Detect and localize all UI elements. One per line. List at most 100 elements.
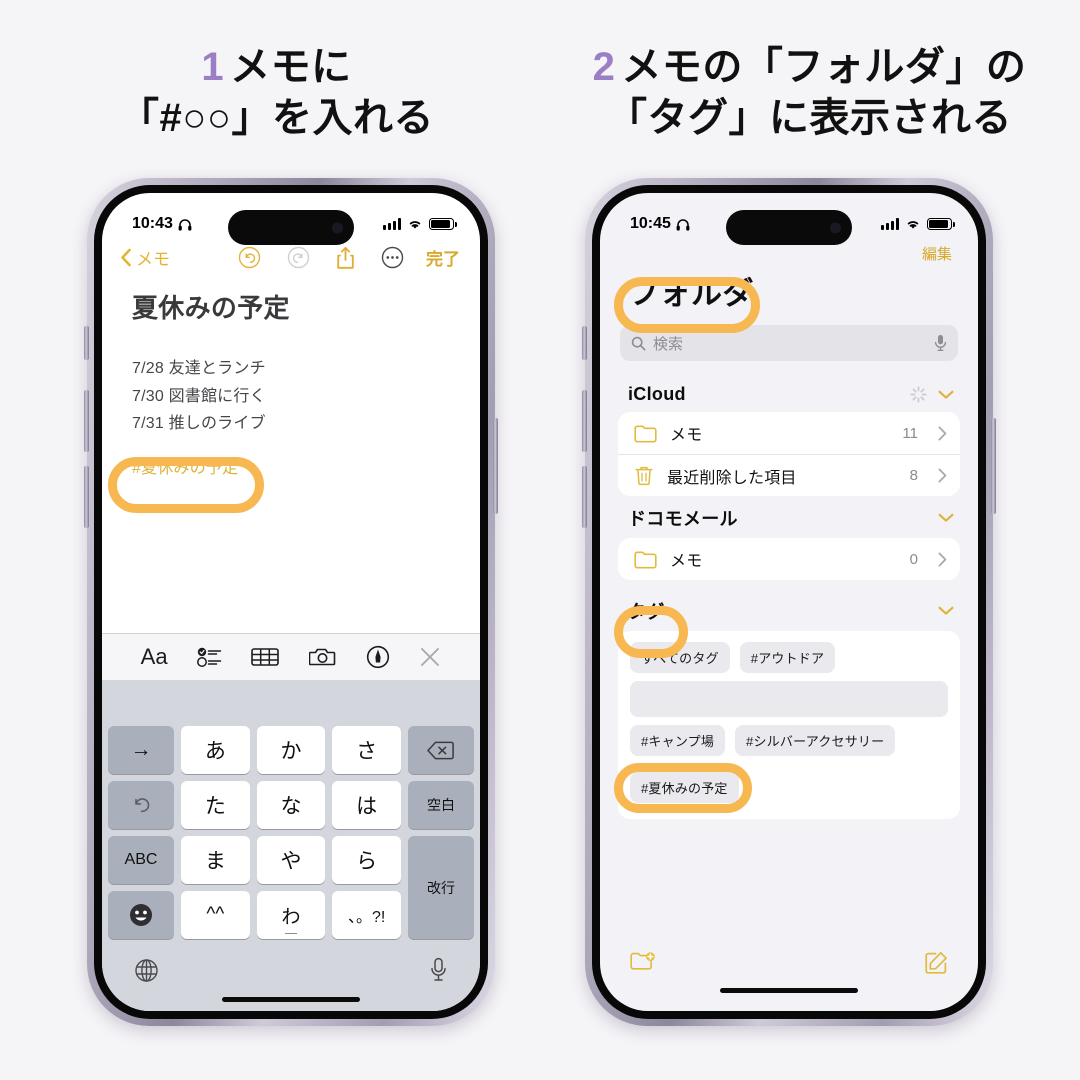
- folder-row-memo-docomo[interactable]: メモ 0: [618, 538, 960, 580]
- key-ha[interactable]: は: [332, 781, 401, 829]
- table-icon[interactable]: [251, 646, 280, 668]
- dynamic-island-1: [228, 210, 354, 245]
- folder-label: メモ: [670, 553, 703, 570]
- section-title: ドコモメール: [628, 509, 738, 529]
- folder-count: 0: [909, 550, 918, 568]
- checklist-icon[interactable]: [196, 646, 222, 668]
- wifi-icon: [407, 218, 423, 230]
- volume-up-button-2[interactable]: [582, 390, 587, 452]
- microphone-icon[interactable]: [934, 334, 947, 352]
- key-kaomoji[interactable]: ^^: [181, 891, 250, 939]
- key-a[interactable]: あ: [181, 726, 250, 774]
- microphone-icon[interactable]: [429, 957, 448, 983]
- step-number-2: 2: [592, 45, 616, 89]
- share-icon[interactable]: [336, 246, 355, 270]
- folder-row-recently-deleted[interactable]: 最近削除した項目 8: [618, 454, 960, 496]
- key-ta[interactable]: た: [181, 781, 250, 829]
- key-return[interactable]: 改行: [407, 836, 474, 939]
- page-title: フォルダ: [628, 276, 754, 311]
- tag-chip-summer-plan[interactable]: #夏休みの予定: [630, 772, 739, 803]
- compose-icon[interactable]: [924, 951, 948, 975]
- camera-icon[interactable]: [308, 646, 337, 668]
- done-button[interactable]: 完了: [426, 245, 460, 270]
- search-icon: [631, 336, 646, 351]
- more-circle-icon[interactable]: [381, 246, 404, 269]
- key-wa[interactable]: わ ＿: [256, 891, 326, 939]
- note-format-toolbar: Aa: [102, 633, 480, 680]
- heading-step-1: 1 メモに 「#○○」を入れる: [0, 42, 543, 144]
- volume-down-button-1[interactable]: [84, 466, 89, 528]
- key-na[interactable]: な: [256, 781, 326, 829]
- silent-switch-2[interactable]: [582, 326, 587, 360]
- volume-down-button-2[interactable]: [582, 466, 587, 528]
- format-aa-icon[interactable]: Aa: [141, 644, 168, 670]
- new-folder-icon[interactable]: [630, 951, 656, 973]
- key-abc[interactable]: ABC: [108, 836, 174, 884]
- chevron-down-icon[interactable]: [938, 390, 954, 400]
- back-to-notes-button[interactable]: メモ: [120, 245, 170, 270]
- tag-chip-outdoor[interactable]: #アウトドア: [739, 642, 836, 673]
- home-indicator-2[interactable]: [720, 988, 858, 993]
- heading-step-2: 2 メモの「フォルダ」の 「タグ」に表示される: [543, 42, 1080, 144]
- cellular-bars-icon: [881, 218, 899, 230]
- undo-icon[interactable]: [238, 246, 261, 269]
- heading-1-line-1: メモに: [230, 45, 352, 89]
- keyboard-area: Aa → あ か さ た な は 空白 ABC ま や ら 改行 ^^ わ ＿ …: [102, 633, 480, 1011]
- note-content[interactable]: 夏休みの予定 7/28 友達とランチ 7/30 図書館に行く 7/31 推しのラ…: [102, 278, 480, 478]
- search-input[interactable]: 検索: [620, 325, 958, 361]
- status-time-1: 10:43: [132, 215, 173, 232]
- key-undo[interactable]: [108, 781, 174, 829]
- key-next-candidate[interactable]: →: [108, 726, 174, 774]
- phone-folders-list: 10:45 編集 フォルダ 検索 iCloud メモ 11 最近削除した項目 8…: [582, 178, 996, 1026]
- headphone-icon: [676, 218, 690, 231]
- key-sa[interactable]: さ: [332, 726, 401, 774]
- edit-button[interactable]: 編集: [922, 243, 952, 264]
- phones-row: 10:43 メモ 完了 夏休みの予定 7/28 友達とランチ 7/30 図書館に…: [0, 178, 1080, 1026]
- sync-spinner-icon: [910, 386, 927, 403]
- battery-icon: [429, 217, 457, 231]
- trash-icon: [634, 465, 654, 486]
- note-hashtag[interactable]: #夏休みの予定: [132, 454, 238, 478]
- globe-icon[interactable]: [134, 958, 159, 983]
- cellular-bars-icon: [383, 218, 401, 230]
- key-punctuation[interactable]: 、。?!: [332, 891, 401, 939]
- power-button-2[interactable]: [991, 418, 996, 514]
- phone-note-editor: 10:43 メモ 完了 夏休みの予定 7/28 友達とランチ 7/30 図書館に…: [84, 178, 498, 1026]
- headphone-icon: [178, 218, 192, 231]
- note-line-3: 7/31 推しのライブ: [132, 415, 266, 433]
- chevron-down-icon[interactable]: [938, 606, 954, 616]
- key-ma[interactable]: ま: [181, 836, 250, 884]
- redo-icon: [287, 246, 310, 269]
- volume-up-button-1[interactable]: [84, 390, 89, 452]
- back-label: メモ: [136, 250, 170, 269]
- section-header-docomo: ドコモメール: [600, 496, 978, 538]
- tag-chip-campsite[interactable]: #キャンプ場: [630, 725, 726, 756]
- tag-chip-all[interactable]: すべてのタグ: [630, 642, 730, 673]
- chevron-down-icon[interactable]: [938, 513, 954, 523]
- key-ra[interactable]: ら: [332, 836, 401, 884]
- folder-card-icloud: メモ 11 最近削除した項目 8: [618, 412, 960, 496]
- power-button-1[interactable]: [493, 418, 498, 514]
- step-number-1: 1: [201, 45, 225, 89]
- emoji-icon[interactable]: [108, 891, 174, 939]
- headings-row: 1 メモに 「#○○」を入れる 2 メモの「フォルダ」の 「タグ」に表示される: [0, 0, 1080, 144]
- home-indicator-1[interactable]: [222, 997, 360, 1002]
- note-title: 夏休みの予定: [132, 293, 290, 323]
- markup-pen-icon[interactable]: [366, 645, 390, 669]
- heading-2-line-2: 「タグ」に表示される: [607, 96, 1012, 141]
- key-ka[interactable]: か: [256, 726, 326, 774]
- key-ya[interactable]: や: [256, 836, 326, 884]
- key-space[interactable]: 空白: [407, 781, 474, 829]
- delete-icon[interactable]: [407, 726, 474, 774]
- keyboard-bottom-row: [102, 943, 480, 997]
- folder-row-memo-icloud[interactable]: メモ 11: [618, 412, 960, 454]
- heading-2-line-1: メモの「フォルダ」の: [621, 45, 1027, 89]
- close-icon[interactable]: [419, 646, 441, 668]
- keyboard-suggestion-strip: [102, 680, 480, 722]
- silent-switch-1[interactable]: [84, 326, 89, 360]
- tag-chip-blank[interactable]: [630, 681, 948, 717]
- tag-chip-silver-accessory[interactable]: #シルバーアクセサリー: [735, 725, 896, 756]
- kana-keyboard: → あ か さ た な は 空白 ABC ま や ら 改行 ^^ わ ＿ 、。?…: [102, 722, 480, 943]
- folder-count: 8: [909, 467, 918, 484]
- dynamic-island-2: [726, 210, 852, 245]
